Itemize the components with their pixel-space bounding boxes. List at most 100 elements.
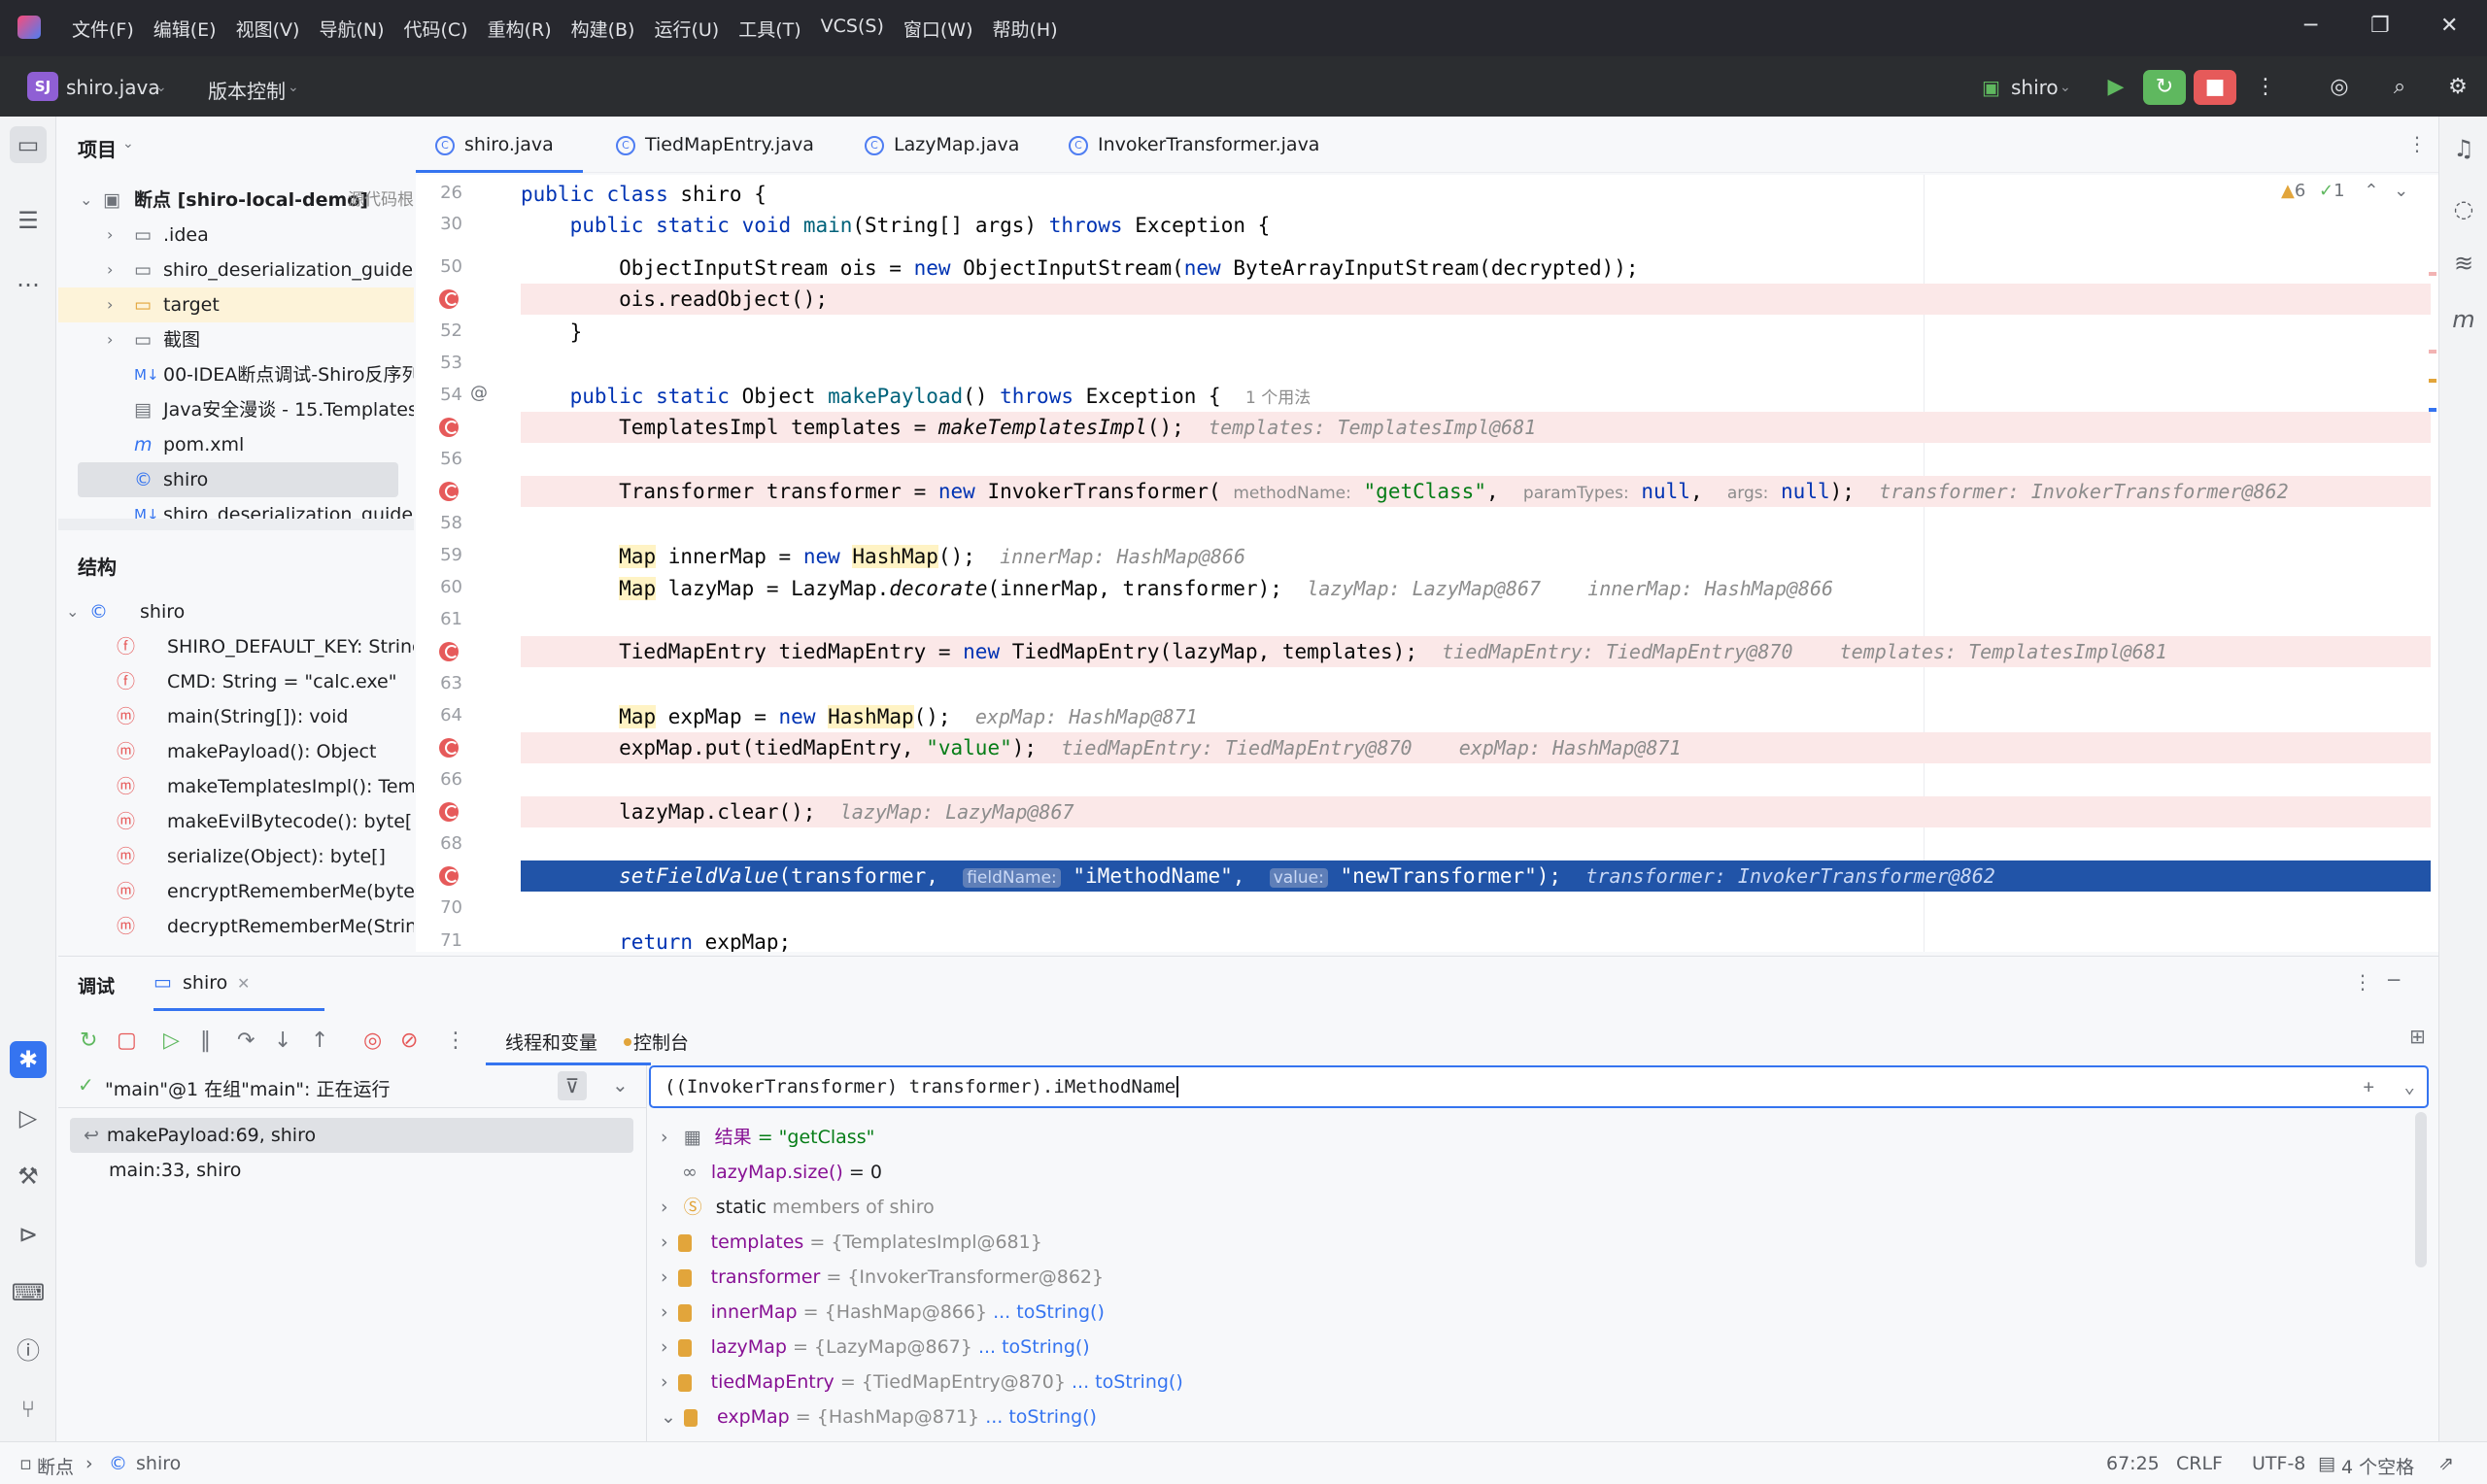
layout-icon[interactable]: ⊞ (2409, 1025, 2426, 1048)
tostring-link[interactable]: ... toString() (993, 1301, 1105, 1323)
menu-build[interactable]: 构建(B) (571, 16, 635, 42)
chevron-down-icon[interactable]: ⌄ (612, 1073, 629, 1096)
breakpoint-icon[interactable] (439, 642, 459, 661)
add-watch-icon[interactable]: + (2364, 1067, 2374, 1106)
more-icon[interactable]: ⋮ (2244, 70, 2287, 105)
view-breakpoints-icon[interactable]: ◎ (363, 1029, 382, 1053)
structure-root[interactable]: ⌄ © shiro (58, 594, 414, 629)
stack-frame-selected[interactable]: ↩ makePayload:69, shiro (70, 1118, 633, 1153)
stack-frame[interactable]: main:33, shiro (70, 1153, 633, 1188)
tree-item-md-file[interactable]: ▤ Java安全漫谈 - 15.TemplatesImpl (58, 392, 414, 427)
step-out-icon[interactable]: ↑ (311, 1029, 328, 1053)
more-icon[interactable]: ⋮ (2407, 132, 2427, 155)
filter-icon[interactable]: ⊽ (558, 1071, 587, 1100)
tree-item-screenshots[interactable]: › ▭ 截图 (58, 322, 414, 357)
tree-root-module[interactable]: ⌄ ▣ 断点 [shiro-local-demo] 源代码根 (58, 183, 414, 218)
variable-row[interactable]: › transformer = {InvokerTransformer@862} (661, 1260, 1104, 1295)
tostring-link[interactable]: ... toString() (978, 1336, 1090, 1358)
caret-position[interactable]: 67:25 (2106, 1453, 2160, 1474)
more-icon[interactable]: ⋮ (445, 1029, 466, 1053)
rerun-debug-button[interactable]: ↻ (2143, 70, 2186, 105)
terminal-icon[interactable]: ⌨ (10, 1274, 47, 1311)
structure-icon[interactable]: ☰ (10, 202, 47, 239)
minimize-icon[interactable]: ─ (2304, 14, 2317, 38)
structure-item[interactable]: ⓕ CMD: String = "calc.exe" (58, 664, 414, 699)
ai-chat-icon[interactable]: ◌ (2445, 190, 2482, 227)
variable-row[interactable]: › Ⓢ static members of shiro (661, 1190, 935, 1225)
menu-run[interactable]: 运行(U) (654, 16, 719, 42)
pause-icon[interactable]: ‖ (200, 1029, 211, 1053)
menu-code[interactable]: 代码(C) (403, 16, 467, 42)
tab-lazymap[interactable]: C LazyMap.java (845, 117, 1019, 173)
breakpoint-icon[interactable] (439, 482, 459, 501)
tree-item-idea[interactable]: › ▭ .idea (58, 218, 414, 253)
tree-item-shiro[interactable]: © shiro (78, 462, 398, 497)
breakpoint-icon[interactable] (439, 802, 459, 822)
run-config-selector[interactable]: shiro (2011, 76, 2059, 99)
ai-assistant-icon[interactable]: ◎ (2318, 70, 2361, 105)
variable-row[interactable]: › ▦ 结果 = "getClass" (661, 1120, 874, 1155)
stop-button[interactable]: ■ (2194, 70, 2236, 105)
tree-item-assets[interactable]: › ▭ shiro_deserialization_guide.assets (58, 253, 414, 287)
stop-icon[interactable]: ▢ (117, 1029, 137, 1053)
line-separator[interactable]: CRLF (2176, 1453, 2223, 1474)
step-into-icon[interactable]: ↓ (274, 1029, 291, 1053)
structure-item[interactable]: ⓜ makePayload(): Object (58, 734, 414, 769)
database-icon[interactable]: ≋ (2445, 245, 2482, 282)
menu-file[interactable]: 文件(F) (72, 16, 134, 42)
breakpoint-icon[interactable] (439, 289, 459, 309)
run-icon[interactable]: ▷ (10, 1099, 47, 1136)
project-badge[interactable]: SJ (27, 72, 58, 101)
usage-hint[interactable]: 1 个用法 (1245, 388, 1311, 408)
rerun-icon[interactable]: ↻ (80, 1029, 97, 1053)
resume-icon[interactable]: ▷ (163, 1029, 180, 1053)
menu-vcs[interactable]: VCS(S) (821, 16, 884, 42)
git-branch-icon[interactable]: ⑂ (10, 1391, 47, 1428)
structure-item[interactable]: ⓜ makeTemplatesImpl(): TemplatesImpl (58, 769, 414, 804)
notifications-bell-icon[interactable]: ♫ (2445, 130, 2482, 167)
step-over-icon[interactable]: ↷ (237, 1029, 255, 1053)
evaluate-expression-input[interactable]: ((InvokerTransformer) transformer).iMeth… (649, 1065, 2429, 1108)
vcs-menu[interactable]: 版本控制 (208, 76, 286, 104)
menu-refactor[interactable]: 重构(R) (488, 16, 552, 42)
structure-item[interactable]: ⓜ serialize(Object): byte[] (58, 839, 414, 874)
tab-close-icon[interactable]: ✕ (237, 974, 250, 993)
structure-item[interactable]: ⓜ decryptRememberMe(String) (58, 909, 414, 944)
tree-item-pom[interactable]: m pom.xml (58, 427, 414, 462)
menu-window[interactable]: 窗口(W) (903, 16, 973, 42)
structure-item[interactable]: ⓜ encryptRememberMe(byte[]) (58, 874, 414, 909)
search-icon[interactable]: ⌕ (2378, 70, 2421, 105)
file-encoding[interactable]: UTF-8 (2252, 1453, 2305, 1474)
maven-icon[interactable]: m (2445, 301, 2482, 338)
variable-row[interactable]: › tiedMapEntry = {TiedMapEntry@870} ... … (661, 1365, 1183, 1400)
services-icon[interactable]: ⊳ (10, 1216, 47, 1253)
mute-breakpoints-icon[interactable]: ⊘ (400, 1029, 418, 1053)
menu-help[interactable]: 帮助(H) (993, 16, 1058, 42)
vertical-scrollbar[interactable] (2415, 1112, 2427, 1267)
tab-debug-session[interactable]: ▭ shiro ✕ (153, 957, 324, 1011)
more-icon[interactable]: ⋮ (2353, 970, 2372, 994)
structure-item[interactable]: ⓕ SHIRO_DEFAULT_KEY: String (58, 629, 414, 664)
tostring-link[interactable]: ... toString() (1072, 1371, 1183, 1393)
indent-setting[interactable]: 4 个空格 (2341, 1453, 2414, 1479)
resume-icon[interactable]: ▶ (2095, 70, 2137, 105)
project-folder-icon[interactable]: ▭ (10, 126, 47, 163)
tab-invokertransformer[interactable]: C InvokerTransformer.java (1049, 117, 1319, 173)
thread-selector[interactable]: ✓ "main"@1 在组"main": 正在运行 ⊽ ⌄ (58, 1065, 647, 1108)
tree-item-md-file[interactable]: M↓ 00-IDEA断点调试-Shiro反序列化 (58, 357, 414, 392)
lock-icon[interactable]: ⇗ (2438, 1453, 2454, 1474)
chevron-down-icon[interactable]: ⌄ (2404, 1067, 2415, 1106)
horizontal-scrollbar[interactable] (58, 519, 414, 530)
restore-icon[interactable]: ❐ (2370, 14, 2390, 38)
tab-console[interactable]: 控制台 (616, 1015, 723, 1065)
tree-item-target[interactable]: › ▭ target (58, 287, 414, 322)
breakpoint-icon[interactable] (439, 418, 459, 437)
breadcrumb-module[interactable]: 断点 (37, 1453, 74, 1479)
tostring-link[interactable]: ... toString() (985, 1406, 1097, 1428)
code-editor[interactable]: ▲6 ✓1 ⌃ ⌄ 26 30 50 52 53 54 @ 56 58 59 6… (416, 175, 2438, 952)
variable-row[interactable]: ∞ lazyMap.size() = 0 (682, 1155, 882, 1190)
menu-navigate[interactable]: 导航(N) (319, 16, 384, 42)
structure-item[interactable]: ⓜ makeEvilBytecode(): byte[] (58, 804, 414, 839)
menu-view[interactable]: 视图(V) (236, 16, 300, 42)
project-switcher[interactable]: shiro.java (66, 76, 160, 99)
